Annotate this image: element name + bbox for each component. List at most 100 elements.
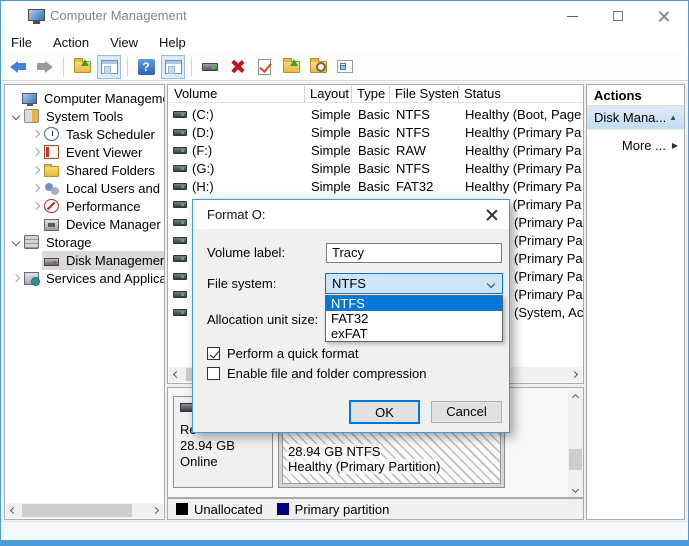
expander-collapsed-icon[interactable]	[30, 149, 42, 155]
volume-row-h[interactable]: (H:)SimpleBasicFAT32Healthy (Primary Par…	[169, 177, 582, 195]
toolbar-separator	[63, 57, 64, 77]
forward-button[interactable]	[33, 55, 57, 79]
minimize-button[interactable]	[549, 1, 595, 31]
actions-group-disk-management[interactable]: Disk Mana...▲	[587, 106, 684, 130]
expander-expanded-icon[interactable]	[10, 113, 22, 119]
tree-item-disk-management[interactable]: Disk Management	[6, 251, 163, 269]
folder-find-icon	[310, 61, 327, 73]
maximize-button[interactable]	[595, 1, 641, 31]
services-icon	[24, 272, 39, 285]
volume-icon	[173, 255, 187, 262]
scroll-down-icon[interactable]	[568, 482, 583, 497]
volume-label-input[interactable]: Tracy	[326, 243, 502, 263]
cancel-button[interactable]: Cancel	[431, 401, 502, 423]
compression-checkbox[interactable]	[207, 367, 220, 380]
delete-button[interactable]	[225, 55, 249, 79]
expander-expanded-icon[interactable]	[10, 239, 22, 245]
show-action-pane-button[interactable]	[161, 55, 185, 79]
window-title: Computer Management	[50, 8, 187, 23]
volume-icon	[173, 147, 187, 154]
tree-item-event-viewer[interactable]: Event Viewer	[6, 143, 163, 161]
properties-button[interactable]	[252, 55, 276, 79]
quick-format-checkbox[interactable]	[207, 347, 220, 360]
expander-collapsed-icon[interactable]	[30, 131, 42, 137]
tree-item-performance[interactable]: Performance	[6, 197, 163, 215]
legend-primary-label: Primary partition	[295, 502, 390, 517]
system-tools-icon	[24, 109, 39, 123]
allocation-unit-caption: Allocation unit size:	[207, 312, 318, 327]
disk-vertical-scrollbar[interactable]	[568, 390, 583, 497]
toolbar-separator	[127, 57, 128, 77]
expander-collapsed-icon[interactable]	[30, 203, 42, 209]
close-button[interactable]	[641, 1, 687, 31]
scrollbar-thumb[interactable]	[22, 504, 132, 517]
dialog-close-icon[interactable]	[485, 208, 498, 221]
up-folder-button[interactable]	[70, 55, 94, 79]
tree-item-device-manager[interactable]: Device Manager	[6, 215, 163, 233]
expander-collapsed-icon[interactable]	[30, 185, 42, 191]
expander-collapsed-icon[interactable]	[10, 275, 22, 281]
legend-bar: Unallocated Primary partition	[167, 498, 584, 520]
volume-row-d[interactable]: (D:)SimpleBasicNTFSHealthy (Primary Part	[169, 123, 582, 141]
volume-list-header: Volume Layout Type File System Status	[169, 86, 582, 103]
quick-format-row: Perform a quick format	[207, 346, 359, 361]
expander-collapsed-icon[interactable]	[30, 167, 42, 173]
checklist-button[interactable]	[333, 55, 357, 79]
shared-folders-icon	[44, 166, 59, 177]
actions-header: Actions	[587, 85, 684, 106]
column-header-volume[interactable]: Volume	[169, 86, 305, 102]
app-icon	[28, 9, 45, 21]
actions-more-item[interactable]: More ...▶	[587, 135, 684, 157]
help-button[interactable]	[134, 55, 158, 79]
compression-label: Enable file and folder compression	[227, 366, 426, 381]
file-system-combobox[interactable]: NTFS	[325, 273, 503, 294]
volume-icon	[173, 237, 187, 244]
menu-action[interactable]: Action	[53, 35, 89, 50]
volume-row-f[interactable]: (F:)SimpleBasicRAWHealthy (Primary Part	[169, 141, 582, 159]
forward-icon	[37, 61, 53, 73]
tree-item-services-applications[interactable]: Services and Applicatio	[6, 269, 163, 287]
option-fat32[interactable]: FAT32	[326, 311, 502, 326]
more-arrow-icon: ▶	[672, 135, 678, 157]
scroll-up-icon[interactable]	[568, 390, 583, 405]
tree-item-shared-folders[interactable]: Shared Folders	[6, 161, 163, 179]
properties-doc-icon	[258, 59, 271, 75]
tree-item-local-users[interactable]: Local Users and Gro	[6, 179, 163, 197]
event-viewer-icon	[44, 145, 59, 159]
column-header-file-system[interactable]: File System	[390, 86, 459, 102]
volume-row-g[interactable]: (G:)SimpleBasicNTFSHealthy (Primary Part	[169, 159, 582, 177]
column-header-type[interactable]: Type	[352, 86, 390, 102]
tree-item-system-tools[interactable]: System Tools	[6, 107, 163, 125]
column-header-status[interactable]: Status	[459, 86, 582, 102]
disk-tool-button[interactable]	[198, 55, 222, 79]
folder-up-button[interactable]	[279, 55, 303, 79]
scrollbar-thumb[interactable]	[569, 449, 582, 470]
compression-row: Enable file and folder compression	[207, 366, 426, 381]
menu-file[interactable]: File	[11, 35, 32, 50]
scroll-right-icon[interactable]	[148, 503, 163, 518]
volume-row-c[interactable]: (C:)SimpleBasicNTFSHealthy (Boot, Page F	[169, 105, 582, 123]
scroll-left-icon[interactable]	[169, 367, 184, 382]
folder-up-icon	[283, 61, 300, 73]
option-ntfs[interactable]: NTFS	[326, 296, 502, 311]
help-icon	[138, 59, 155, 75]
option-exfat[interactable]: exFAT	[326, 326, 502, 341]
ok-button[interactable]: OK	[349, 400, 420, 424]
column-header-layout[interactable]: Layout	[305, 86, 352, 102]
tree-item-storage[interactable]: Storage	[6, 233, 163, 251]
menu-help[interactable]: Help	[159, 35, 186, 50]
show-console-tree-button[interactable]	[97, 55, 121, 79]
scroll-right-icon[interactable]	[567, 367, 582, 382]
back-button[interactable]	[6, 55, 30, 79]
maximize-icon	[613, 11, 623, 21]
tree-item-computer-management[interactable]: Computer Management (l	[6, 89, 163, 107]
volume-icon	[173, 129, 187, 136]
menu-view[interactable]: View	[110, 35, 138, 50]
folder-find-button[interactable]	[306, 55, 330, 79]
collapse-icon[interactable]: ▲	[669, 106, 677, 130]
minimize-icon	[567, 16, 578, 17]
tree-item-task-scheduler[interactable]: Task Scheduler	[6, 125, 163, 143]
tree-horizontal-scrollbar[interactable]	[6, 503, 163, 518]
disk-status: Online	[180, 454, 218, 469]
scroll-left-icon[interactable]	[6, 503, 21, 518]
